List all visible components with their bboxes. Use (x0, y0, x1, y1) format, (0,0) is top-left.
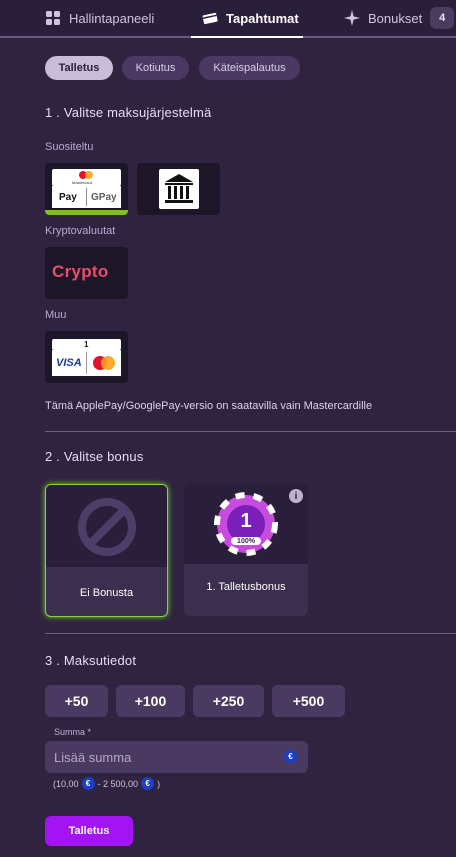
tab-deposit[interactable]: Talletus (45, 56, 113, 80)
quick-amount-500[interactable]: +500 (272, 685, 345, 717)
active-tab-indicator (191, 36, 303, 38)
section-divider-2 (45, 633, 456, 634)
card-number-text: 1 (84, 340, 89, 349)
visa-text: VISA (56, 357, 82, 369)
nav-events-label: Tapahtumat (226, 10, 299, 26)
quick-amount-250[interactable]: +250 (193, 685, 264, 717)
recommended-label: Suositeltu (45, 141, 94, 153)
googlepay-text: GPay (91, 192, 117, 203)
bonus-none-label: Ei Bonusta (79, 587, 134, 599)
amount-input[interactable] (45, 741, 308, 773)
bonus-count-badge: 4 (430, 7, 455, 29)
no-bonus-icon (78, 498, 136, 556)
quick-amount-100[interactable]: +100 (116, 685, 185, 717)
amount-field-label: Summa * (54, 727, 92, 737)
euro-icon: € (141, 777, 155, 790)
mastercard-pay-logo (45, 163, 128, 215)
deposit-submit-button[interactable]: Talletus (45, 816, 133, 846)
payment-note: Tämä ApplePay/GooglePay-versio on saatav… (45, 400, 373, 412)
method-crypto[interactable]: Crypto (45, 247, 128, 299)
bonus-none-image-area (46, 485, 167, 567)
step3-title: 3 . Maksutiedot (45, 653, 137, 668)
nav-dashboard[interactable]: Hallintapaneeli (45, 0, 154, 36)
nav-events[interactable]: Tapahtumat (202, 0, 299, 36)
crypto-logo-text: Crypto (52, 262, 109, 281)
method-mastercard-applepay-gpay[interactable]: Mastercard Pay GPay (45, 163, 128, 215)
crypto-label: Kryptovaluutat (45, 225, 116, 237)
section-divider (45, 431, 456, 432)
ticket-icon (202, 10, 218, 26)
bonus-first-label: 1. Talletusbonus (206, 581, 286, 593)
nav-dashboard-label: Hallintapaneeli (69, 10, 155, 26)
method-visa-mastercard[interactable]: 1 VISA (45, 331, 128, 383)
bonus-option-none[interactable]: Ei Bonusta (45, 484, 168, 617)
grid-icon (45, 10, 61, 26)
range-max: - 2 500,00 (97, 778, 139, 789)
info-icon[interactable]: i (289, 489, 303, 503)
method-bank-transfer[interactable] (137, 163, 220, 215)
tab-cashback[interactable]: Käteispalautus (199, 56, 300, 80)
range-min: (10,00 (53, 778, 79, 789)
sparkle-icon (344, 10, 360, 26)
nav-bonuses[interactable]: Bonukset 4 (344, 0, 455, 36)
nav-bonuses-label: Bonukset (368, 10, 423, 26)
other-label: Muu (45, 309, 67, 321)
range-close: ) (157, 778, 161, 789)
bonus-option-first-deposit[interactable]: 1 100% i 1. Talletusbonus (184, 484, 308, 616)
applepay-text: Pay (59, 192, 77, 203)
step2-title: 2 . Valitse bonus (45, 449, 144, 464)
chip-percent: 100% (237, 538, 255, 545)
step1-title: 1 . Valitse maksujärjestelmä (45, 105, 212, 120)
chip-number: 1 (240, 510, 252, 532)
amount-range: (10,00 € - 2 500,00 € ) (53, 777, 160, 790)
bank-icon (137, 163, 220, 215)
mastercard-text: Mastercard (72, 180, 93, 185)
euro-icon: € (284, 750, 297, 763)
quick-amount-50[interactable]: +50 (45, 685, 108, 717)
tab-withdrawal[interactable]: Kotiutus (122, 56, 189, 80)
euro-icon: € (81, 777, 95, 790)
top-navigation: Hallintapaneeli Tapahtumat Bonukset 4 (0, 0, 456, 38)
